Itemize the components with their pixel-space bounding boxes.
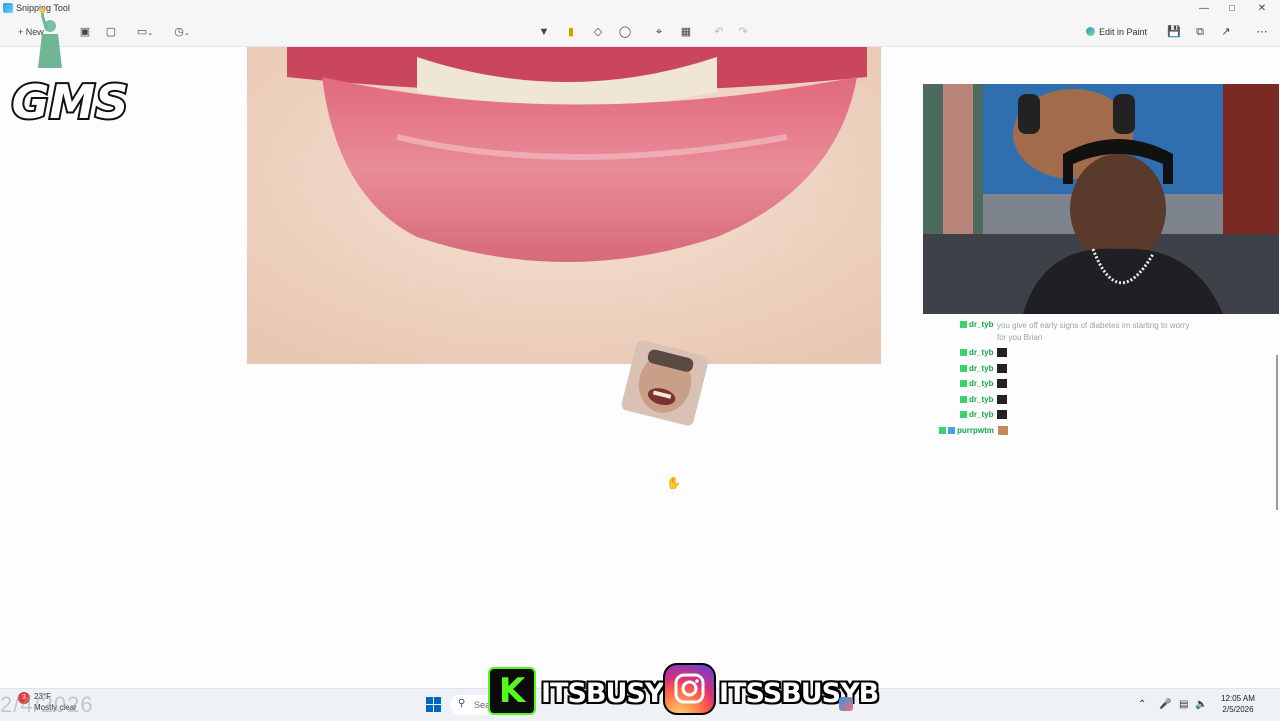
chat-message: dr_tyb	[960, 364, 1008, 373]
delay-dropdown[interactable]: ◷⌄	[173, 23, 191, 41]
chat-username: dr_tyb	[969, 395, 994, 404]
chat-username: dr_tyb	[969, 379, 994, 388]
kick-badge-icon	[960, 411, 967, 418]
hand-cursor-icon: ✋	[666, 476, 681, 490]
text-actions-icon[interactable]: ▦	[677, 23, 695, 41]
liberty-statue-icon	[34, 7, 64, 68]
edit-in-paint-button[interactable]: Edit in Paint	[1086, 23, 1166, 41]
maximize-button[interactable]: □	[1221, 2, 1243, 16]
lips-illustration	[247, 47, 881, 364]
edit-in-paint-label: Edit in Paint	[1099, 27, 1148, 37]
chat-message: dr_tyb	[960, 320, 993, 329]
statue-of-liberty-icon: GMS	[10, 73, 131, 131]
chat-username: dr_tyb	[969, 348, 994, 357]
webcam-illustration	[923, 84, 1279, 314]
chat-message: dr_tyb	[960, 395, 1008, 404]
subscriber-badge-icon	[948, 427, 955, 434]
chat-message: dr_tyb	[960, 410, 1008, 419]
kick-badge-icon	[960, 396, 967, 403]
kick-handle: ITSBUSYB	[541, 678, 684, 709]
copy-icon[interactable]: ⧉	[1191, 23, 1209, 41]
undo-icon[interactable]: ↶	[710, 23, 728, 41]
windows-start-icon[interactable]	[426, 697, 441, 712]
gms-logo: GMS	[8, 66, 132, 131]
snipping-tool-taskbar-icon[interactable]	[839, 697, 853, 711]
crop-icon[interactable]: ⌖	[650, 23, 668, 41]
chat-username: dr_tyb	[969, 320, 994, 329]
chevron-down-icon: ⌄	[183, 30, 190, 37]
kick-badge-icon	[960, 365, 967, 372]
emote-icon	[997, 379, 1008, 388]
more-options-icon[interactable]: ⋯	[1253, 23, 1271, 41]
rectangle-icon: ▭	[136, 26, 148, 38]
kick-badge-icon	[960, 321, 967, 328]
redo-icon[interactable]: ↷	[734, 23, 752, 41]
snip-image-lips	[247, 47, 881, 364]
chat-username: purrpwtm	[957, 426, 994, 435]
chat-username: dr_tyb	[969, 410, 994, 419]
title-bar	[0, 0, 1280, 18]
logo-text: GMS	[12, 75, 129, 129]
chat-username: dr_tyb	[969, 364, 994, 373]
clock-icon: ◷	[174, 26, 184, 38]
clock-time[interactable]: 12:05 AM	[1216, 694, 1260, 703]
instagram-logo-icon	[663, 663, 716, 715]
chevron-down-icon: ⌄	[147, 30, 154, 37]
camera-icon[interactable]: ▣	[76, 23, 94, 41]
chat-message: dr_tyb	[960, 348, 1008, 357]
plus-icon: +	[18, 27, 24, 37]
minimize-button[interactable]: —	[1193, 2, 1215, 16]
video-icon[interactable]: ▢	[102, 23, 120, 41]
emote-icon	[997, 410, 1008, 419]
emote-icon	[997, 395, 1008, 404]
emote-icon	[997, 364, 1008, 373]
volume-icon[interactable]: 🔈	[1195, 699, 1207, 710]
microphone-icon[interactable]: 🎤	[1159, 699, 1171, 710]
kick-badge-icon	[960, 349, 967, 356]
search-icon: ⚲	[458, 698, 466, 709]
eraser-icon[interactable]: ◇	[589, 23, 607, 41]
kick-badge-icon	[939, 427, 946, 434]
scrollbar[interactable]	[1276, 355, 1278, 510]
snipping-tool-icon	[3, 3, 13, 13]
emote-icon	[997, 426, 1008, 435]
chat-message-text: you give off early signs of diabetes im …	[997, 321, 1190, 342]
snip-mode-dropdown[interactable]: ▭⌄	[136, 23, 154, 41]
highlighter-icon[interactable]: ▮	[562, 23, 580, 41]
chat-message: purrpwtm	[939, 426, 1008, 435]
instagram-handle: ITSSBUSYB	[719, 678, 879, 709]
webcam-feed	[923, 84, 1279, 314]
stream-date-overlay: 2/4/2026	[0, 692, 94, 717]
chevron-up-icon[interactable]: ⌃	[1138, 699, 1146, 710]
share-icon[interactable]: ↗	[1217, 23, 1235, 41]
pen-icon[interactable]: ▼	[535, 23, 553, 41]
save-icon[interactable]: 💾	[1165, 23, 1183, 41]
kick-badge-icon	[960, 380, 967, 387]
close-button[interactable]: ✕	[1251, 2, 1273, 16]
emote-icon	[997, 348, 1008, 357]
shapes-icon[interactable]: ◯	[616, 23, 634, 41]
network-icon[interactable]: ▤	[1179, 699, 1188, 710]
paint-icon	[1086, 27, 1095, 36]
chat-message: dr_tyb	[960, 379, 1008, 388]
kick-logo-icon: K	[488, 667, 536, 715]
clock-date[interactable]: 2/5/2026	[1216, 705, 1260, 714]
